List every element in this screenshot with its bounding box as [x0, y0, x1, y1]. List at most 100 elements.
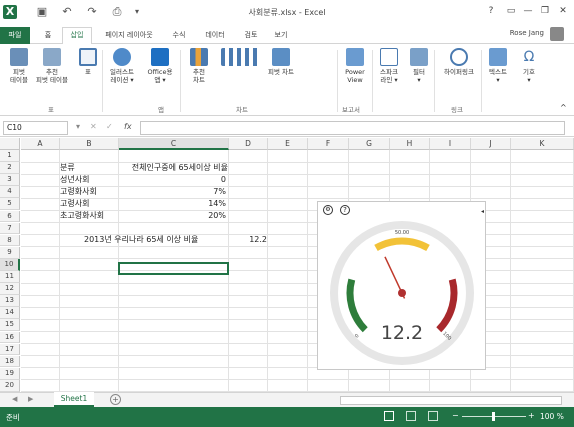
cancel-icon[interactable]: ✕ — [90, 122, 97, 131]
row-header[interactable]: 12 — [0, 283, 20, 295]
chart-types-button[interactable] — [218, 48, 264, 68]
row-header[interactable]: 15 — [0, 319, 20, 332]
collapse-pane-icon[interactable]: ◂ — [481, 208, 484, 215]
gauge-app-panel[interactable]: ⚙ ? ◂ 50.00 0 100 12.2 — [317, 201, 486, 370]
column-header[interactable]: B — [60, 138, 119, 150]
row-header[interactable]: 3 — [0, 174, 20, 186]
filter-button[interactable]: 필터 ▾ — [407, 48, 431, 84]
zoom-in-icon[interactable]: + — [528, 411, 535, 420]
cell-b6[interactable]: 초고령화사회 — [60, 210, 104, 222]
recommended-pivot-button[interactable]: 추천 피벗 테이블 — [34, 48, 70, 84]
row-header[interactable]: 18 — [0, 355, 20, 368]
row-header[interactable]: 17 — [0, 343, 20, 356]
tab-review[interactable]: 검토 — [238, 28, 264, 44]
pivot-chart-button[interactable]: 피벗 차트 — [266, 48, 296, 76]
hyperlink-button[interactable]: 하이퍼링크 — [437, 48, 481, 76]
ribbon: 피벗 테이블 추천 피벗 테이블 표 표 일러스트 레이션 ▾ Office용 … — [0, 44, 574, 116]
name-box[interactable]: C10 — [3, 121, 68, 135]
normal-view-icon[interactable] — [384, 411, 394, 421]
column-header[interactable]: K — [511, 138, 574, 150]
row-header[interactable]: 8 — [0, 234, 20, 247]
formula-input[interactable] — [140, 121, 565, 135]
next-sheet-icon[interactable]: ▶ — [28, 395, 33, 403]
cell-b3[interactable]: 성년사회 — [60, 174, 89, 186]
column-header[interactable]: E — [268, 138, 308, 150]
tab-home[interactable]: 홈 — [37, 28, 59, 44]
tab-data[interactable]: 데이터 — [198, 28, 232, 44]
tab-view[interactable]: 보기 — [268, 28, 294, 44]
zoom-out-icon[interactable]: − — [452, 411, 459, 420]
settings-icon[interactable]: ⚙ — [323, 205, 333, 215]
prev-sheet-icon[interactable]: ◀ — [12, 395, 17, 403]
help-icon[interactable]: ? — [483, 4, 499, 18]
column-header[interactable]: D — [229, 138, 268, 150]
cell-c6[interactable]: 20% — [119, 210, 226, 222]
cell-c2[interactable]: 전체인구중에 65세이상 비율 — [119, 162, 228, 174]
insert-function-icon[interactable]: fx — [124, 122, 132, 131]
row-header[interactable]: 4 — [0, 186, 20, 199]
avatar[interactable] — [550, 27, 564, 41]
text-button[interactable]: 텍스트 ▾ — [484, 48, 512, 84]
office-apps-button[interactable]: Office용 앱 ▾ — [142, 48, 178, 84]
worksheet-grid[interactable]: ABCDEFGHIJK 1 2 3 4 5 6 7 8 9 10 11 12 13 14 15 16 17 18 1… — [0, 138, 574, 392]
column-header[interactable]: G — [349, 138, 390, 150]
close-icon[interactable]: ✕ — [555, 4, 571, 18]
pivot-table-button[interactable]: 피벗 테이블 — [4, 48, 34, 84]
page-break-view-icon[interactable] — [428, 411, 438, 421]
collapse-ribbon-icon[interactable]: ^ — [560, 104, 567, 112]
column-header[interactable]: H — [390, 138, 430, 150]
row-header[interactable]: 20 — [0, 379, 20, 392]
table-button[interactable]: 표 — [75, 48, 101, 76]
row-header[interactable]: 10 — [0, 258, 20, 271]
symbols-button[interactable]: Ω 기호 ▾ — [516, 48, 542, 84]
active-cell-c10[interactable] — [118, 262, 229, 275]
cell-b2[interactable]: 분류 — [60, 162, 75, 174]
help-icon[interactable]: ? — [340, 205, 350, 215]
row-header[interactable]: 13 — [0, 295, 20, 307]
cell-b4[interactable]: 고령화사회 — [60, 186, 97, 198]
ribbon-display-icon[interactable]: ▭ — [503, 4, 519, 18]
column-header[interactable]: I — [430, 138, 471, 150]
select-all-corner[interactable] — [0, 138, 20, 150]
row-header[interactable]: 11 — [0, 271, 20, 283]
sparklines-button[interactable]: 스파크 라인 ▾ — [374, 48, 404, 84]
recommended-charts-button[interactable]: 추천 차트 — [184, 48, 214, 84]
zoom-slider-thumb[interactable] — [492, 412, 495, 421]
column-header[interactable]: C — [119, 138, 229, 150]
row-header[interactable]: 6 — [0, 210, 20, 223]
row-header[interactable]: 9 — [0, 246, 20, 259]
row-header[interactable]: 7 — [0, 222, 20, 235]
tab-insert[interactable]: 삽입 — [62, 27, 92, 45]
column-header[interactable]: A — [21, 138, 60, 150]
tab-formulas[interactable]: 수식 — [166, 28, 192, 44]
group-reports-label: 보고서 — [342, 106, 360, 114]
cell-c3[interactable]: 0 — [119, 174, 226, 186]
minimize-icon[interactable]: — — [520, 4, 536, 18]
user-name[interactable]: Rose Jang — [510, 29, 544, 37]
cell-b5[interactable]: 고령사회 — [60, 198, 89, 210]
cell-c4[interactable]: 7% — [119, 186, 226, 198]
enter-icon[interactable]: ✓ — [106, 122, 113, 131]
name-box-dropdown-icon[interactable]: ▾ — [76, 122, 80, 131]
column-header[interactable]: F — [308, 138, 349, 150]
add-sheet-icon[interactable]: + — [110, 394, 121, 405]
page-layout-view-icon[interactable] — [406, 411, 416, 421]
maximize-icon[interactable]: ❐ — [537, 4, 553, 18]
column-header[interactable]: J — [471, 138, 511, 150]
cell-d8[interactable]: 12.2 — [229, 234, 267, 246]
tab-file[interactable]: 파일 — [0, 27, 30, 44]
sheet-tab[interactable]: Sheet1 — [54, 392, 94, 407]
row-header[interactable]: 5 — [0, 198, 20, 211]
power-view-button[interactable]: Power View — [340, 48, 370, 84]
tab-page-layout[interactable]: 페이지 레이아웃 — [97, 28, 161, 44]
row-header[interactable]: 19 — [0, 367, 20, 380]
illustrations-button[interactable]: 일러스트 레이션 ▾ — [103, 48, 141, 84]
cell-c5[interactable]: 14% — [119, 198, 226, 210]
row-header[interactable]: 2 — [0, 162, 20, 174]
cell-b8[interactable]: 2013년 우리나라 65세 이상 비율 — [84, 234, 198, 246]
row-header[interactable]: 1 — [0, 150, 20, 162]
horizontal-scrollbar[interactable] — [340, 396, 562, 405]
row-header[interactable]: 16 — [0, 331, 20, 344]
zoom-level[interactable]: 100 % — [540, 412, 564, 421]
row-header[interactable]: 14 — [0, 307, 20, 320]
